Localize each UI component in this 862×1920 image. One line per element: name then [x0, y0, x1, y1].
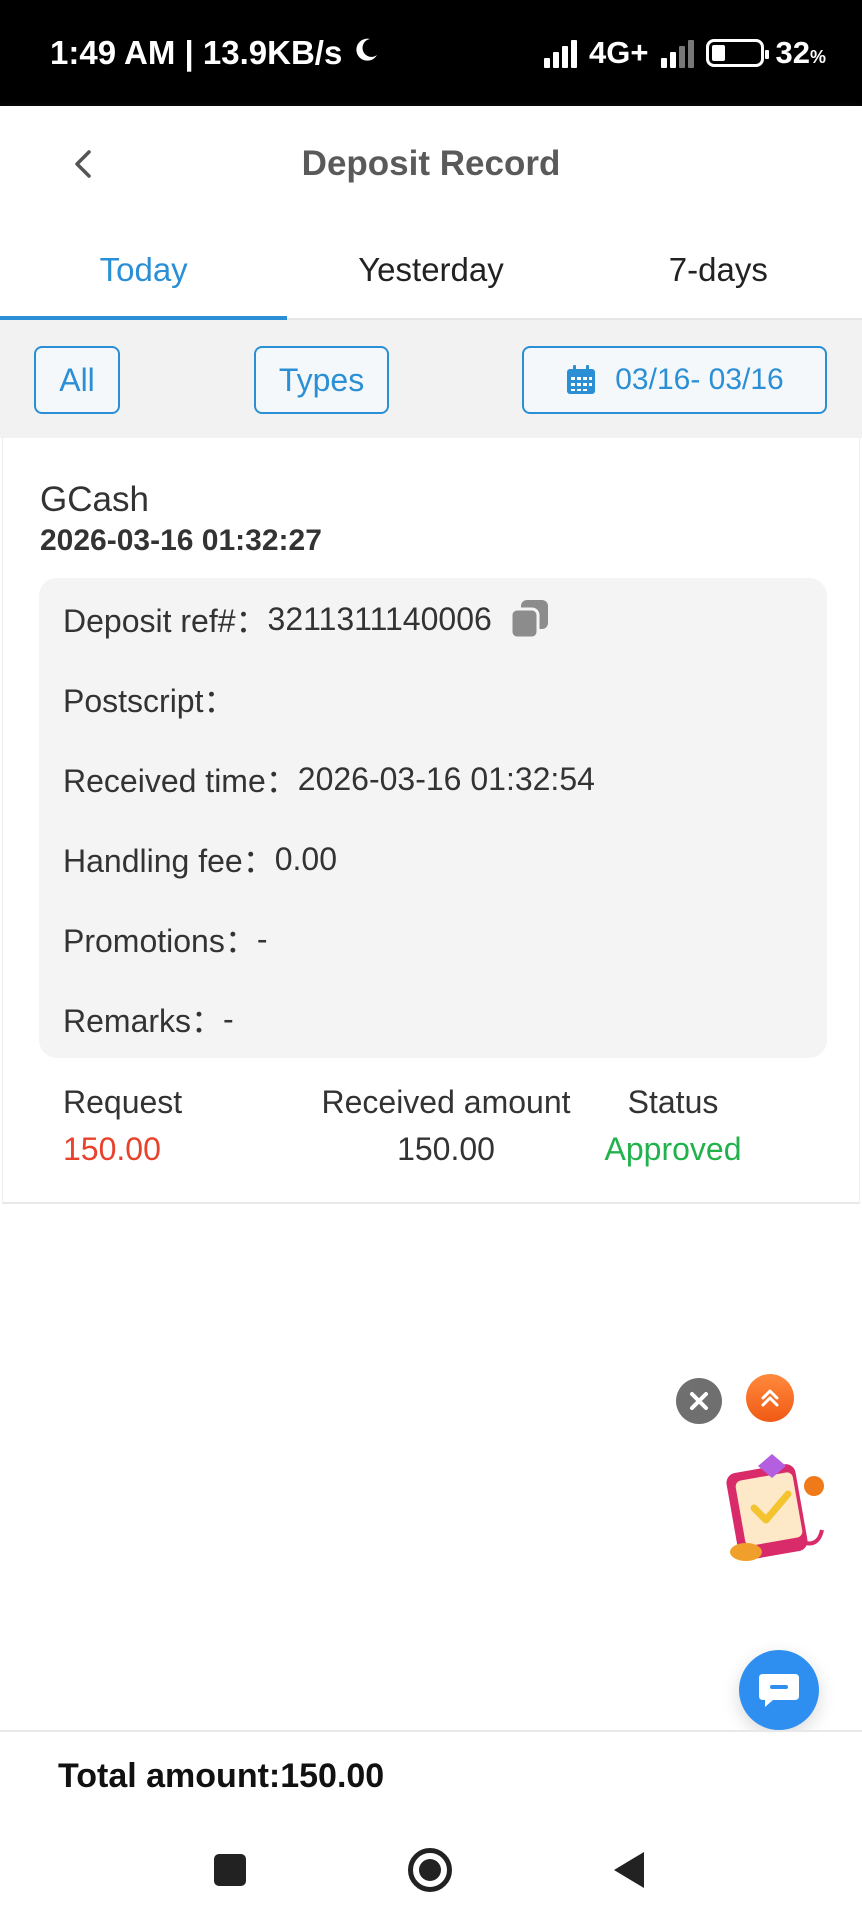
all-filter-button[interactable]: All [34, 346, 120, 414]
date-range-label: 03/16- 03/16 [615, 363, 784, 396]
payment-method: GCash [40, 480, 149, 519]
deposit-ref-label: Deposit ref#： [63, 603, 268, 639]
promotions-label: Promotions： [63, 923, 257, 959]
status-badge: Approved [604, 1131, 742, 1167]
total-amount: Total amount:150.00 [58, 1756, 385, 1795]
promotions-row: Promotions： - [63, 916, 268, 962]
chevron-left-icon [75, 150, 91, 178]
deposit-record-card: GCash 2026-03-16 01:32:27 Deposit ref#： … [2, 438, 860, 1204]
tab-7-days[interactable]: 7-days [575, 222, 862, 318]
copy-icon[interactable] [508, 597, 552, 641]
chat-support-button[interactable] [739, 1650, 819, 1730]
remarks-label: Remarks： [63, 1003, 224, 1039]
battery-icon [705, 39, 769, 67]
handling-fee-row: Handling fee： 0.00 [63, 836, 337, 882]
status-column: Status Approved [593, 1084, 753, 1168]
signal-icon [544, 38, 578, 68]
handling-fee-value: 0.00 [274, 840, 337, 877]
date-tabs: Today Yesterday 7-days [0, 222, 862, 320]
request-column: Request 150.00 [63, 1084, 182, 1168]
postscript-label: Postscript： [63, 683, 236, 719]
tab-yesterday[interactable]: Yesterday [287, 222, 574, 318]
calendar-icon [567, 365, 596, 394]
promo-gift-icon[interactable] [710, 1448, 834, 1572]
received-time-row: Received time： 2026-03-16 01:32:54 [63, 756, 595, 802]
tab-today[interactable]: Today [0, 222, 288, 320]
promotions-value: - [256, 920, 268, 957]
request-label: Request [63, 1084, 183, 1120]
postscript-row: Postscript： [63, 676, 236, 722]
deposit-ref-row: Deposit ref#： 3211311140006 [63, 596, 552, 642]
network-type: 4G+ [589, 35, 649, 70]
battery-percent: 32% [775, 35, 827, 70]
signal-icon-secondary [660, 38, 694, 68]
double-chevron-up-icon [761, 1389, 779, 1407]
deposit-ref-value: 3211311140006 [267, 600, 492, 637]
recent-apps-button[interactable] [214, 1854, 246, 1886]
back-button[interactable] [60, 142, 104, 186]
received-column: Received amount 150.00 [311, 1084, 581, 1168]
remarks-value: - [223, 1000, 234, 1037]
record-details: Deposit ref#： 3211311140006 Postscript： … [39, 578, 827, 1058]
request-amount: 150.00 [63, 1131, 161, 1167]
received-time-value: 2026-03-16 01:32:54 [297, 760, 595, 797]
system-back-button[interactable] [614, 1852, 644, 1888]
total-amount-footer: Total amount:150.00 [0, 1730, 862, 1820]
date-range-button[interactable]: 03/16- 03/16 [522, 346, 827, 414]
received-time-label: Received time： [63, 763, 298, 799]
home-button[interactable] [408, 1848, 452, 1892]
record-datetime: 2026-03-16 01:32:27 [40, 524, 322, 557]
received-amount-label: Received amount [321, 1084, 571, 1120]
status-time-speed: 1:49 AM | 13.9KB/s [50, 34, 343, 71]
types-filter-button[interactable]: Types [254, 346, 389, 414]
status-bar: 1:49 AM | 13.9KB/s 4G+ 32% [0, 0, 862, 106]
close-float-button[interactable] [676, 1378, 722, 1424]
close-icon [690, 1392, 708, 1410]
page-title: Deposit Record [301, 144, 561, 183]
header: Deposit Record [0, 106, 862, 222]
system-nav-bar [0, 1820, 862, 1920]
moon-icon [352, 34, 380, 72]
received-amount: 150.00 [397, 1131, 495, 1167]
handling-fee-label: Handling fee： [63, 843, 275, 879]
record-summary: Request 150.00 Received amount 150.00 St… [3, 1084, 861, 1194]
chat-icon [759, 1674, 799, 1707]
scroll-top-button[interactable] [746, 1374, 794, 1422]
status-label: Status [627, 1084, 719, 1120]
remarks-row: Remarks： - [63, 996, 234, 1042]
filter-bar: All Types 03/16- 03/16 [0, 320, 862, 438]
